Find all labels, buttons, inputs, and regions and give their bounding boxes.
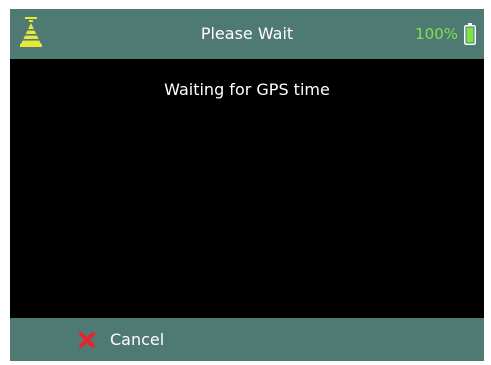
battery-icon	[464, 23, 476, 45]
cancel-label: Cancel	[110, 330, 165, 349]
page-title: Please Wait	[200, 24, 294, 43]
battery-percent: 100%	[415, 25, 458, 43]
device-screen: Please Wait 100% Waiting for GPS time Ca…	[10, 9, 484, 361]
bottom-bar: Cancel	[10, 318, 484, 361]
content-area: Waiting for GPS time	[10, 59, 484, 318]
title-bar: Please Wait 100%	[10, 9, 484, 59]
battery-status: 100%	[415, 9, 476, 59]
status-message: Waiting for GPS time	[164, 80, 330, 99]
red-x-icon	[79, 331, 95, 348]
cancel-button[interactable]: Cancel	[78, 318, 164, 361]
